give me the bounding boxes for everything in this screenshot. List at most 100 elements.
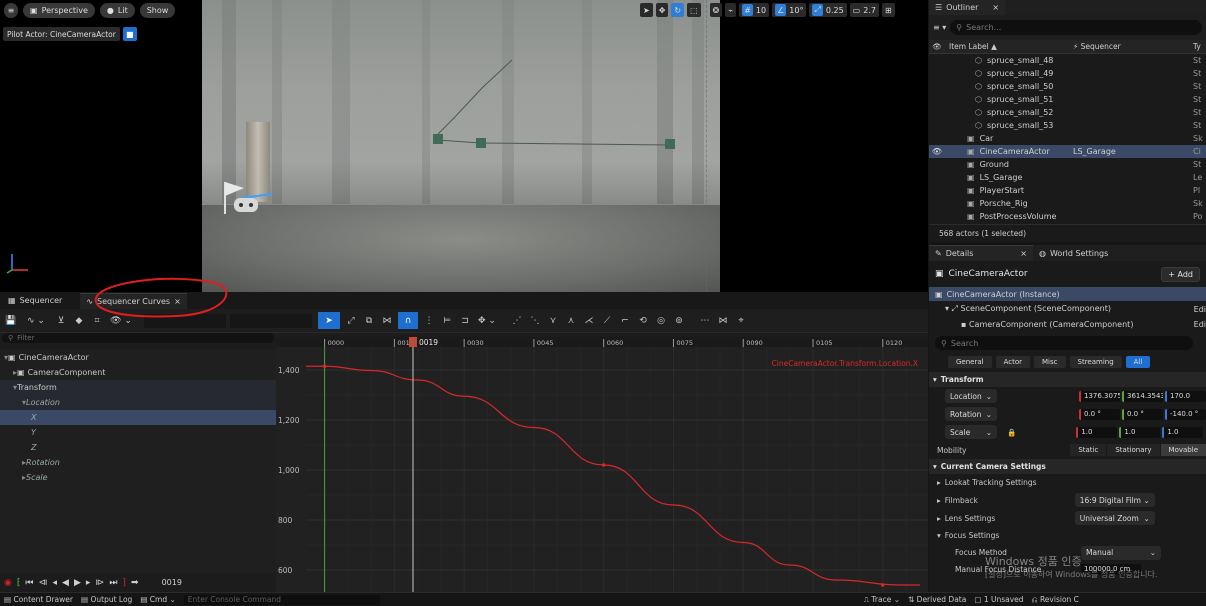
player-start-icon[interactable]	[220, 180, 276, 220]
play-button[interactable]: ▶	[74, 578, 81, 588]
filter-actor-button[interactable]: Actor	[995, 356, 1031, 368]
align-keys-icon[interactable]: ⋯	[698, 314, 712, 328]
outliner-search-input[interactable]: Search...	[966, 23, 1001, 32]
curve-tree-item[interactable]: ▾ Location	[0, 395, 276, 410]
curve-filter-icon[interactable]: ◎	[654, 314, 668, 328]
scene-render[interactable]	[202, 0, 720, 292]
curve-tree-item[interactable]: Z	[0, 440, 276, 455]
outliner-row[interactable]: ⬡ spruce_small_48 St	[929, 54, 1206, 67]
scale-x-input[interactable]: 1.0	[1076, 426, 1118, 438]
content-drawer-button[interactable]: ▤ Content Drawer	[4, 595, 73, 604]
camera-component-row[interactable]: ▪ CameraComponent (CameraComponent) Edi	[929, 317, 1206, 331]
mark-in-icon[interactable]: ⁅	[17, 578, 21, 588]
loop-button[interactable]: ➡	[131, 578, 139, 588]
close-icon[interactable]: ×	[1020, 249, 1027, 258]
spline-point[interactable]	[433, 134, 443, 144]
camera-path-spline[interactable]	[202, 0, 720, 292]
value-input[interactable]	[230, 313, 312, 328]
filter-streaming-button[interactable]: Streaming	[1069, 356, 1122, 368]
flatten-tangent-icon[interactable]: ⋰	[510, 314, 524, 328]
scale-mode-button[interactable]: ⬚	[687, 3, 701, 17]
track-filter-input[interactable]: Filter	[17, 334, 34, 342]
details-search-input[interactable]: Search	[951, 339, 978, 348]
current-camera-settings-section[interactable]: ▾ Current Camera Settings	[929, 459, 1206, 474]
add-component-button[interactable]: + Add	[1161, 266, 1200, 282]
select-tool-button[interactable]: ➤	[318, 312, 340, 329]
step-back-button[interactable]: ◂	[52, 578, 57, 588]
translate-mode-button[interactable]: ✥	[655, 3, 669, 17]
cmd-dropdown[interactable]: ▤ Cmd ⌄	[140, 595, 175, 604]
filter-icon[interactable]: ⊻	[54, 314, 68, 328]
outliner-row[interactable]: ▣ Porsche_Rig Sk	[929, 197, 1206, 210]
rotation-z-input[interactable]: -140.0 °	[1165, 408, 1206, 420]
actor-name-field[interactable]: CineCameraActor	[949, 269, 1028, 279]
eject-pilot-button[interactable]: ■	[122, 27, 137, 41]
curve-view-options-icon[interactable]: ∿ ⌄	[22, 314, 50, 328]
scale-z-input[interactable]: 1.0	[1162, 426, 1204, 438]
level-viewport[interactable]: ≡ ▣ Perspective ● Lit Show Pilot Actor: Ci…	[0, 0, 928, 292]
axis-snap-icon[interactable]: ✥ ⌄	[476, 314, 498, 328]
viewport-layout-button[interactable]: ⊞	[881, 3, 895, 17]
curve-tree-item[interactable]: Y	[0, 425, 276, 440]
location-x-input[interactable]: 1376.3075	[1079, 390, 1120, 402]
step-forward-key-button[interactable]: ⧐	[95, 578, 104, 588]
constant-interp-icon[interactable]: ⌐	[618, 314, 632, 328]
rotation-snap-button[interactable]: ∠ 10°	[772, 3, 807, 17]
curve-tree-item[interactable]: ▸ ▣ CameraComponent	[0, 365, 276, 380]
scale-y-input[interactable]: 1.0	[1119, 426, 1161, 438]
outliner-row[interactable]: ⬡ spruce_small_52 St	[929, 106, 1206, 119]
outliner-row[interactable]: ⬡ spruce_small_51 St	[929, 93, 1206, 106]
curve-tree-item[interactable]: ▾ ▣ CineCameraActor	[0, 350, 276, 365]
location-y-input[interactable]: 3614.3543	[1122, 390, 1163, 402]
curve-filter2-icon[interactable]: ⊚	[672, 314, 686, 328]
viewport-menu-button[interactable]: ≡	[4, 3, 18, 18]
curve-chart[interactable]: 0000 0015 0030 0045 0060 0075 0090 0105 01201,40…	[276, 337, 928, 592]
select-mode-button[interactable]: ➤	[640, 3, 653, 17]
filmback-dropdown[interactable]: 16:9 Digital Film ⌄	[1074, 493, 1155, 507]
lit-button[interactable]: ● Lit	[99, 3, 135, 18]
mobility-static-option[interactable]: Static	[1070, 444, 1107, 456]
straighten-tangent-icon[interactable]: ⋱	[528, 314, 542, 328]
outliner-row[interactable]: ⬡ spruce_small_50 St	[929, 80, 1206, 93]
user-tangent-icon[interactable]: ⋏	[564, 314, 578, 328]
time-snap-icon[interactable]: ⊨	[440, 314, 454, 328]
filter-misc-button[interactable]: Misc	[1034, 356, 1066, 368]
break-tangent-icon[interactable]: ⋌	[582, 314, 596, 328]
curve-tree-item[interactable]: X	[0, 410, 276, 425]
col-item-label[interactable]: Item Label ▲	[945, 42, 1071, 51]
derived-data-button[interactable]: ⇅ Derived Data	[908, 595, 966, 604]
filter-icon[interactable]: ≡ ▾	[933, 23, 946, 32]
unsaved-button[interactable]: ▢ 1 Unsaved	[974, 595, 1023, 604]
outliner-tab[interactable]: ☰ Outliner ×	[929, 0, 1006, 15]
spline-point[interactable]	[665, 139, 675, 149]
sequencer-tab[interactable]: ▦ Sequencer	[2, 293, 68, 309]
rotation-x-input[interactable]: 0.0 °	[1079, 408, 1120, 420]
retime-tool-icon[interactable]: ⧉	[362, 314, 376, 328]
rotation-dropdown[interactable]: Rotation ⌄	[945, 407, 997, 421]
multi-scale-icon[interactable]: ⋈	[380, 314, 394, 328]
lock-icon[interactable]: 🔒	[1007, 428, 1016, 437]
curve-tree-item[interactable]: ▸ Scale	[0, 470, 276, 485]
perspective-button[interactable]: ▣ Perspective	[23, 3, 95, 18]
world-local-button[interactable]: ❂	[709, 3, 723, 17]
save-icon[interactable]: 💾	[4, 314, 18, 328]
step-back-key-button[interactable]: ⧏	[38, 578, 47, 588]
transform-tool-icon[interactable]: ⤢	[344, 314, 358, 328]
location-dropdown[interactable]: Location ⌄	[945, 389, 997, 403]
playhead-icon[interactable]: ⌖	[734, 314, 748, 328]
linear-interp-icon[interactable]: ⟋	[600, 314, 614, 328]
trace-button[interactable]: ⎍ Trace ⌄	[864, 595, 900, 605]
camera-speed-button[interactable]: ▭ 2.7	[849, 3, 879, 17]
mobility-stationary-option[interactable]: Stationary	[1107, 444, 1160, 456]
transform-section[interactable]: ▾ Transform	[929, 372, 1206, 387]
filter-general-button[interactable]: General	[948, 356, 992, 368]
jump-to-start-button[interactable]: ⏮	[25, 578, 33, 588]
location-z-input[interactable]: 170.0	[1165, 390, 1206, 402]
edit-link[interactable]: Edi	[1194, 305, 1206, 314]
scene-component-row[interactable]: ▾ ⤢ SceneComponent (SceneComponent) Edi	[929, 301, 1206, 317]
outliner-row[interactable]: ▣ LS_Garage Le	[929, 171, 1206, 184]
details-tab[interactable]: ✎ Details ×	[929, 245, 1033, 261]
snap-magnet-button[interactable]: ∩	[398, 312, 418, 329]
key-filter-icon[interactable]: ◆	[72, 314, 86, 328]
jump-to-end-button[interactable]: ⏭	[109, 578, 117, 588]
